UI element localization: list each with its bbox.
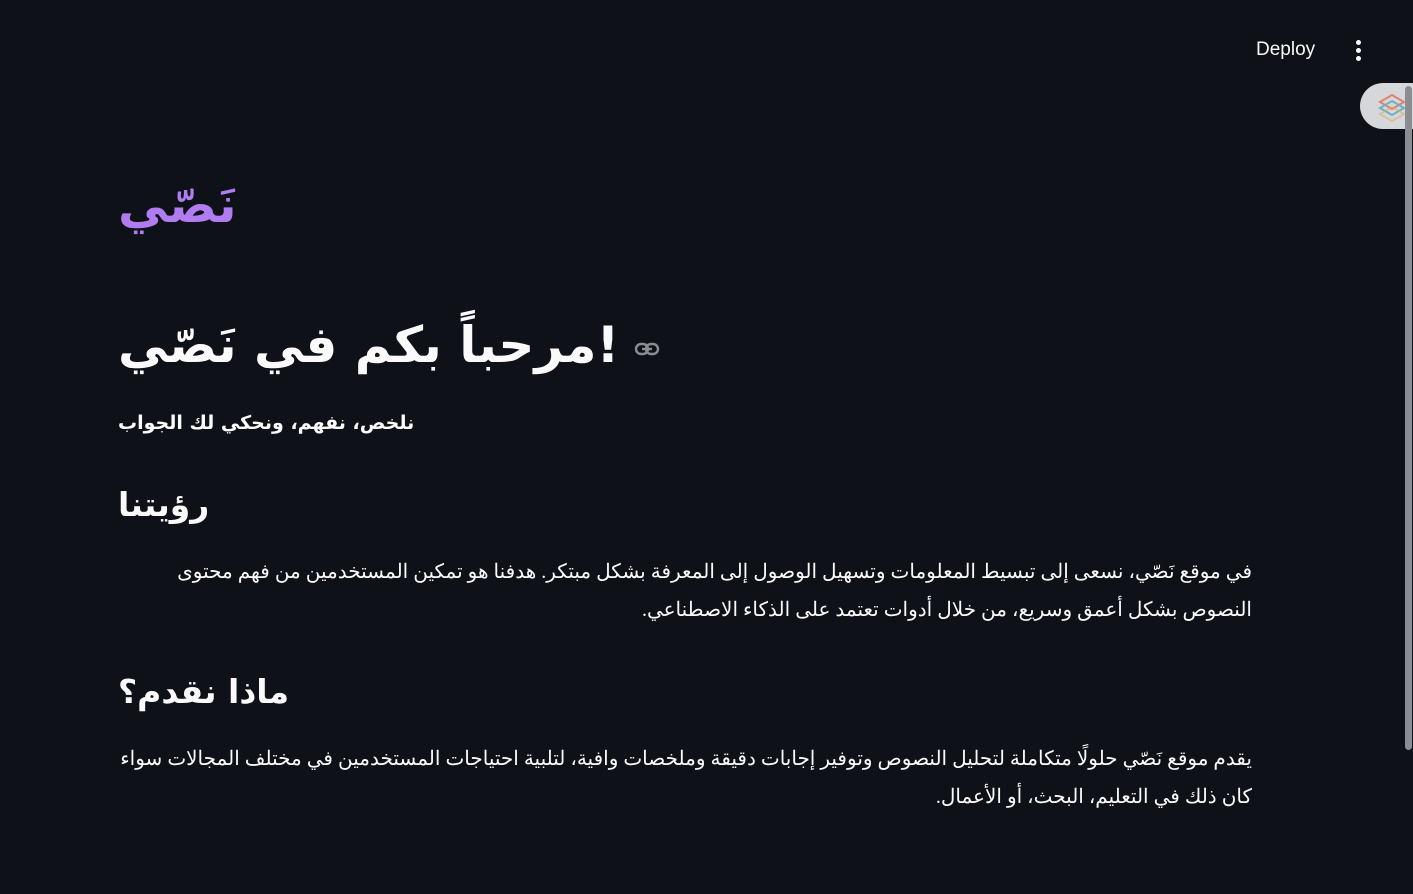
streamlit-logo-icon (1378, 93, 1406, 122)
menu-dot (1356, 56, 1361, 61)
main-menu-button[interactable] (1344, 36, 1372, 64)
page-title-row: !مرحباً بكم في نَصّي (118, 305, 661, 385)
vision-heading: رؤيتنا (118, 485, 210, 524)
link-icon[interactable] (633, 335, 661, 363)
offer-paragraph: يقدم موقع نَصّي حلولًا متكاملة لتحليل ال… (120, 748, 1252, 808)
tagline: نلخص، نفهم، ونحكي لك الجواب (118, 412, 415, 434)
page-title: !مرحباً بكم في نَصّي (118, 316, 620, 374)
scrollbar[interactable] (1405, 86, 1412, 750)
logo-text: نَصّي (118, 176, 237, 234)
menu-dot (1356, 40, 1361, 45)
offer-heading: ماذا نقدم؟ (118, 672, 290, 711)
main-content: نَصّي !مرحباً بكم في نَصّي نلخص، نفهم، و… (118, 0, 1252, 894)
menu-dot (1356, 48, 1361, 53)
deploy-button[interactable]: Deploy (1248, 35, 1323, 65)
app-root: Deploy نَصّي !مرحباً بكم في نَصّي نلخص، … (0, 0, 1413, 894)
vision-paragraph: في موقع نَصّي، نسعى إلى تبسيط المعلومات … (177, 561, 1252, 621)
